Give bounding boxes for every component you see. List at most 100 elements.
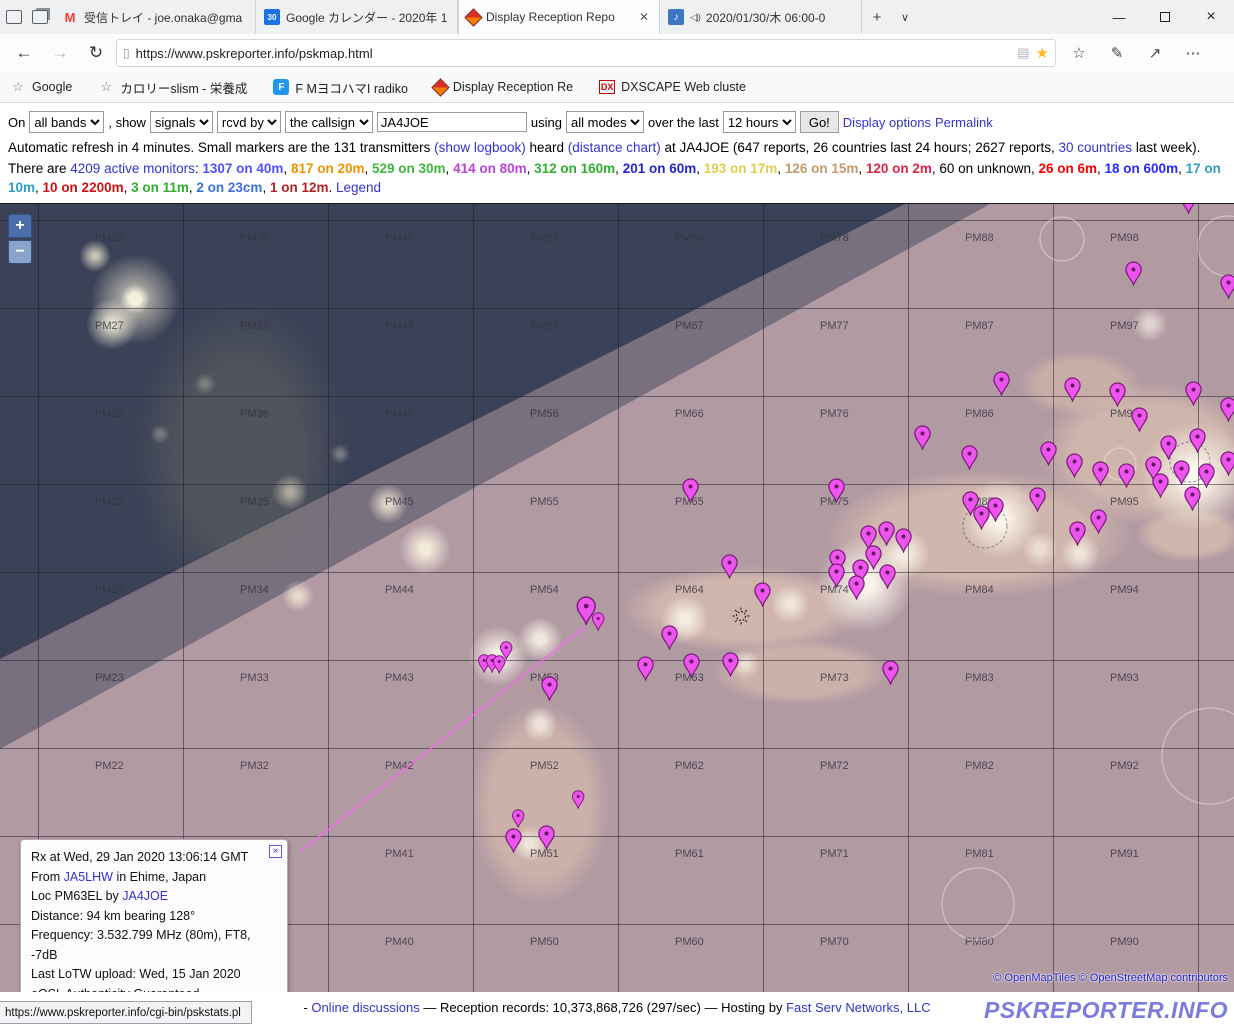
signal-marker[interactable] [1183, 486, 1202, 511]
favorite-star-icon[interactable]: ★ [1036, 44, 1049, 62]
signal-marker[interactable] [682, 653, 701, 678]
signal-marker[interactable] [1068, 521, 1087, 546]
window-maximize-button[interactable] [1142, 0, 1188, 34]
signal-marker[interactable] [1091, 461, 1110, 486]
forward-icon[interactable]: → [44, 38, 76, 68]
signal-marker[interactable] [972, 505, 991, 530]
tab-list-chevron-icon[interactable]: ∨ [892, 0, 918, 34]
text-link[interactable]: 30 countries [1059, 140, 1133, 155]
text-link[interactable]: Legend [336, 180, 381, 195]
refresh-icon[interactable]: ↻ [80, 38, 112, 68]
back-icon[interactable]: ← [8, 38, 40, 68]
text-link[interactable]: JA5LHW [64, 870, 113, 884]
signal-marker[interactable] [504, 828, 523, 853]
signal-marker[interactable] [1063, 377, 1082, 402]
text-link[interactable]: © OpenMapTiles [993, 972, 1075, 984]
browser-tab[interactable]: ♪ ◁)) 2020/01/30/木 06:00-0 [660, 0, 862, 34]
text-link[interactable]: 4209 active monitors [70, 161, 195, 176]
signal-marker[interactable] [881, 660, 900, 685]
zoom-out-button[interactable]: − [8, 240, 32, 264]
signal-marker[interactable] [1151, 473, 1170, 498]
monitored-station-icon[interactable] [732, 607, 750, 625]
window-close-button[interactable]: × [1188, 0, 1234, 34]
signal-marker[interactable] [636, 656, 655, 681]
signal-marker[interactable] [720, 554, 739, 579]
favorites-bar-item[interactable]: Display Reception Re [431, 77, 573, 97]
browser-tab[interactable]: Display Reception Repo ✕ [458, 0, 660, 34]
text-link[interactable]: Fast Serv Networks, LLC [786, 1000, 931, 1015]
permalink-link[interactable]: Permalink [935, 115, 993, 130]
zoom-in-button[interactable]: + [8, 214, 32, 238]
signal-marker[interactable] [1065, 453, 1084, 478]
signal-marker[interactable] [1188, 428, 1207, 453]
signal-marker[interactable] [537, 825, 556, 850]
signal-marker[interactable] [511, 809, 525, 828]
url-text[interactable]: https://www.pskreporter.info/pskmap.html [136, 46, 1012, 61]
favorites-bar-item[interactable]: ☆ カロリーslism - 栄養成 [98, 78, 247, 97]
signal-marker[interactable] [1039, 441, 1058, 466]
new-tab-button[interactable]: + [862, 0, 892, 34]
signal-marker[interactable] [681, 478, 700, 503]
text-link[interactable]: JA4JOE [122, 889, 168, 903]
band-select[interactable]: all bands [29, 111, 105, 133]
callsign-mode-select[interactable]: the callsign [284, 111, 373, 133]
mode-select[interactable]: all modes [566, 111, 644, 133]
signal-marker[interactable] [913, 425, 932, 450]
signal-marker[interactable] [721, 652, 740, 677]
signal-marker[interactable] [1124, 261, 1143, 286]
favorites-bar-item[interactable]: ☆ Google [10, 79, 72, 95]
popup-close-icon[interactable]: × [269, 845, 282, 858]
signal-marker[interactable] [1117, 463, 1136, 488]
signal-marker[interactable] [1219, 274, 1234, 299]
signal-select[interactable]: signals [149, 111, 213, 133]
browser-tab[interactable]: M 受信トレイ - joe.onaka@gma [54, 0, 256, 34]
tab-close-icon[interactable]: ✕ [637, 10, 651, 24]
signal-marker[interactable] [660, 625, 679, 650]
more-options-icon[interactable]: ⋯ [1174, 38, 1212, 68]
signal-marker[interactable] [827, 563, 846, 588]
text-link[interactable]: (show logbook) [434, 140, 526, 155]
tab-preview-icon[interactable] [32, 10, 48, 24]
signal-marker[interactable] [1179, 204, 1198, 214]
signal-marker[interactable] [492, 655, 506, 674]
signal-marker[interactable] [1172, 460, 1191, 485]
favorites-bar-item[interactable]: F F MヨコハマI radiko [273, 78, 408, 97]
signal-marker[interactable] [1130, 407, 1149, 432]
signal-marker[interactable] [571, 790, 585, 809]
display-options-link[interactable]: Display options [843, 115, 931, 130]
signal-marker[interactable] [894, 528, 913, 553]
signal-marker[interactable] [960, 445, 979, 470]
web-note-icon[interactable]: ✎ [1098, 38, 1136, 68]
text-link[interactable]: (distance chart) [568, 140, 661, 155]
window-minimize-button[interactable]: — [1096, 0, 1142, 34]
signal-marker[interactable] [1028, 487, 1047, 512]
favorites-hub-icon[interactable]: ☆ [1060, 38, 1098, 68]
signal-marker[interactable] [540, 676, 559, 701]
reading-view-icon[interactable]: ▤ [1017, 45, 1029, 61]
signal-marker[interactable] [1184, 381, 1203, 406]
period-select[interactable]: 12 hours [722, 111, 796, 133]
signal-marker[interactable] [1089, 509, 1108, 534]
text-link[interactable]: © OpenStreetMap contributors [1079, 972, 1228, 984]
signal-marker[interactable] [992, 371, 1011, 396]
share-icon[interactable]: ↗ [1136, 38, 1174, 68]
browser-tab[interactable]: 30 Google カレンダー - 2020年 1 [256, 0, 458, 34]
signal-marker[interactable] [591, 612, 605, 631]
text-link[interactable]: Online discussions [311, 1000, 419, 1015]
rcvd-by-select[interactable]: rcvd by [216, 111, 281, 133]
tab-audio-icon[interactable]: ◁)) [690, 12, 701, 23]
signal-marker[interactable] [1197, 463, 1216, 488]
url-field[interactable]: ▯ https://www.pskreporter.info/pskmap.ht… [116, 39, 1056, 67]
set-tabs-aside-icon[interactable] [6, 10, 22, 24]
signal-marker[interactable] [1219, 451, 1234, 476]
favorites-bar-item[interactable]: DX DXSCAPE Web cluste [599, 80, 746, 94]
signal-marker[interactable] [1108, 382, 1127, 407]
signal-marker[interactable] [827, 478, 846, 503]
signal-marker[interactable] [753, 582, 772, 607]
go-button[interactable]: Go! [799, 111, 839, 133]
reception-map[interactable]: PM28 PM38 PM48 PM58 PM68 PM78 PM88 PM98 PM27 PM37… [0, 203, 1234, 992]
signal-marker[interactable] [878, 564, 897, 589]
callsign-input[interactable] [376, 112, 527, 132]
signal-marker[interactable] [1219, 397, 1234, 422]
signal-marker[interactable] [847, 575, 866, 600]
